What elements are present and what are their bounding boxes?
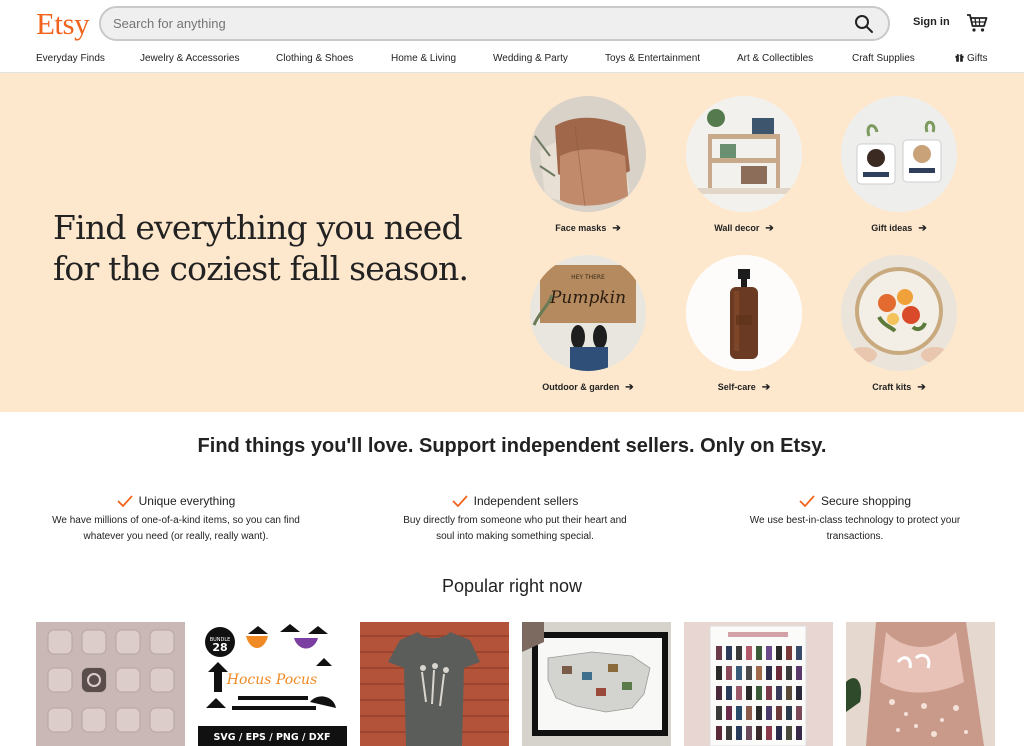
doormat-text: Pumpkin [549, 288, 626, 308]
etsy-logo[interactable]: Etsy [36, 6, 90, 42]
popular-item-skeleton-tshirt[interactable] [360, 622, 509, 746]
outdoor-garden-image: HEY THERE Pumpkin [530, 255, 646, 371]
nav-home-living[interactable]: Home & Living [391, 53, 456, 64]
popular-item-glitter-tumbler[interactable] [846, 622, 995, 746]
feature-desc: We use best-in-class technology to prote… [749, 515, 961, 542]
arrow-right-icon: ➔ [612, 223, 621, 234]
popular-item-app-icons[interactable] [36, 622, 185, 746]
self-care-label: Self-care ➔ [717, 382, 771, 393]
category-nav: Everyday Finds Jewelry & Accessories Clo… [0, 46, 1024, 73]
face-masks-label: Face masks ➔ [555, 223, 621, 234]
popular-item-map-frame[interactable] [522, 622, 671, 746]
hero-title: Find everything you need for the coziest… [53, 208, 469, 288]
nav-toys-entertainment[interactable]: Toys & Entertainment [605, 53, 700, 64]
cart-icon[interactable] [966, 13, 988, 33]
check-icon [116, 495, 133, 507]
site-header: Etsy Search for anything Sign in [0, 0, 1024, 46]
feature-desc: We have millions of one-of-a-kind items,… [52, 515, 300, 542]
nav-art-collectibles[interactable]: Art & Collectibles [737, 53, 813, 64]
craft-kits-image [841, 255, 957, 371]
feature-title: Independent sellers [473, 494, 579, 508]
self-care-image [686, 255, 802, 371]
bundle-count: 28 [212, 641, 227, 654]
nav-wedding-party[interactable]: Wedding & Party [493, 53, 568, 64]
doormat-small-text: HEY THERE [571, 274, 605, 281]
arrow-right-icon: ➔ [918, 223, 927, 234]
bundle-formats: SVG / EPS / PNG / DXF [214, 732, 331, 743]
popular-item-svg-bundle[interactable]: BUNDLE 28 Hocus Pocus SVG / EPS / PNG / … [198, 622, 347, 746]
gift-ideas-image [841, 96, 957, 212]
feature-secure: Secure shopping We use best-in-class tec… [710, 494, 1000, 545]
feature-title: Unique everything [138, 494, 236, 508]
wall-decor-image [686, 96, 802, 212]
arrow-right-icon: ➔ [765, 223, 774, 234]
arrow-right-icon: ➔ [917, 382, 926, 393]
feature-unique: Unique everything We have millions of on… [31, 494, 321, 545]
nav-gifts[interactable]: Gifts [955, 53, 988, 64]
nav-gifts-label: Gifts [967, 53, 988, 64]
nav-jewelry-accessories[interactable]: Jewelry & Accessories [140, 53, 239, 64]
wall-decor-label: Wall decor ➔ [714, 223, 774, 234]
search-input[interactable]: Search for anything [113, 16, 226, 31]
feature-title: Secure shopping [820, 494, 912, 508]
tagline: Find things you'll love. Support indepen… [197, 435, 827, 457]
popular-title: Popular right now [441, 576, 583, 596]
search-icon[interactable] [854, 14, 874, 34]
hero-banner: Find everything you need for the coziest… [0, 73, 1024, 412]
hocus-text: Hocus Pocus [226, 672, 317, 688]
outdoor-garden-label: Outdoor & garden ➔ [542, 382, 634, 393]
face-masks-image [530, 96, 646, 212]
nav-craft-supplies[interactable]: Craft Supplies [852, 53, 915, 64]
search-bar[interactable]: Search for anything [99, 6, 890, 41]
arrow-right-icon: ➔ [625, 382, 634, 393]
craft-kits-label: Craft kits ➔ [872, 382, 926, 393]
gift-icon [955, 53, 964, 62]
check-icon [799, 495, 815, 507]
arrow-right-icon: ➔ [761, 382, 771, 393]
nav-everyday-finds[interactable]: Everyday Finds [36, 53, 105, 64]
check-icon [451, 495, 468, 507]
feature-independent: Independent sellers Buy directly from so… [370, 494, 660, 545]
gift-ideas-label: Gift ideas ➔ [871, 223, 927, 234]
popular-item-harry-styles-poster[interactable] [684, 622, 833, 746]
sign-in-link[interactable]: Sign in [913, 16, 950, 28]
nav-clothing-shoes[interactable]: Clothing & Shoes [276, 53, 353, 64]
feature-desc: Buy directly from someone who put their … [403, 515, 627, 542]
